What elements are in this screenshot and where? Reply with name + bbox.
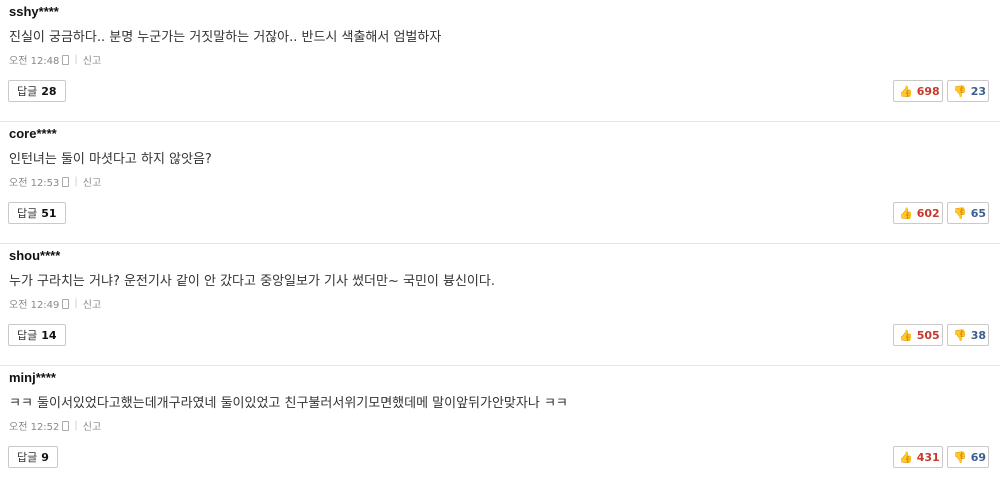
thumbs-down-icon: 👎 xyxy=(953,328,967,342)
reply-button[interactable]: 답글 9 xyxy=(8,446,58,468)
comment-item: sshy**** 진실이 궁금하다.. 분명 누군가는 거짓말하는 거잖아.. … xyxy=(0,0,1000,122)
dislike-count: 23 xyxy=(970,84,987,98)
comment-author[interactable]: minj**** xyxy=(9,370,56,385)
comment-text: 인턴녀는 둘이 마셧다고 하지 않앗음? xyxy=(9,152,212,167)
vote-buttons: 👍 431 👎 69 xyxy=(893,446,989,468)
comment-meta: 오전 12:48 | 신고 xyxy=(9,52,101,67)
reply-count: 14 xyxy=(41,328,57,342)
like-count: 698 xyxy=(916,84,940,98)
reply-label: 답글 xyxy=(17,329,38,342)
thumbs-down-icon: 👎 xyxy=(953,206,967,220)
mobile-device-icon xyxy=(62,54,70,65)
comment-item: minj**** ㅋㅋ 둘이서있었다고했는데개구라였네 둘이있었고 친구불러서위… xyxy=(0,366,1000,488)
report-link[interactable]: 신고 xyxy=(83,296,101,311)
reply-label: 답글 xyxy=(17,85,38,98)
meta-divider: | xyxy=(74,420,78,431)
thumbs-up-icon: 👍 xyxy=(899,450,913,464)
report-link[interactable]: 신고 xyxy=(83,52,101,67)
dislike-button[interactable]: 👎 69 xyxy=(947,446,989,468)
vote-buttons: 👍 602 👎 65 xyxy=(893,202,989,224)
comment-author[interactable]: sshy**** xyxy=(9,4,59,19)
like-button[interactable]: 👍 698 xyxy=(893,80,943,102)
comment-time: 오전 12:49 xyxy=(9,300,60,311)
meta-divider: | xyxy=(74,176,78,187)
reply-label: 답글 xyxy=(17,207,38,220)
like-button[interactable]: 👍 431 xyxy=(893,446,943,468)
report-link[interactable]: 신고 xyxy=(83,174,101,189)
like-count: 602 xyxy=(916,206,940,220)
reply-button[interactable]: 답글 14 xyxy=(8,324,66,346)
comment-text: 진실이 궁금하다.. 분명 누군가는 거짓말하는 거잖아.. 반드시 색출해서 … xyxy=(9,30,442,45)
reply-label: 답글 xyxy=(17,451,38,464)
comment-list: sshy**** 진실이 궁금하다.. 분명 누군가는 거짓말하는 거잖아.. … xyxy=(0,0,1000,488)
thumbs-down-icon: 👎 xyxy=(953,450,967,464)
comment-author[interactable]: shou**** xyxy=(9,248,60,263)
reply-button[interactable]: 답글 51 xyxy=(8,202,66,224)
thumbs-up-icon: 👍 xyxy=(899,328,913,342)
dislike-button[interactable]: 👎 38 xyxy=(947,324,989,346)
thumbs-up-icon: 👍 xyxy=(899,206,913,220)
like-button[interactable]: 👍 602 xyxy=(893,202,943,224)
meta-divider: | xyxy=(74,298,78,309)
comment-item: core**** 인턴녀는 둘이 마셧다고 하지 않앗음? 오전 12:53 |… xyxy=(0,122,1000,244)
thumbs-down-icon: 👎 xyxy=(953,84,967,98)
comment-item: shou**** 누가 구라치는 거냐? 운전기사 같이 안 갔다고 중앙일보가… xyxy=(0,244,1000,366)
comment-author[interactable]: core**** xyxy=(9,126,57,141)
dislike-count: 69 xyxy=(970,450,987,464)
dislike-count: 38 xyxy=(970,328,987,342)
like-count: 505 xyxy=(916,328,940,342)
mobile-device-icon xyxy=(62,420,70,431)
reply-button[interactable]: 답글 28 xyxy=(8,80,66,102)
dislike-button[interactable]: 👎 65 xyxy=(947,202,989,224)
comment-time: 오전 12:52 xyxy=(9,422,60,433)
comment-text: 누가 구라치는 거냐? 운전기사 같이 안 갔다고 중앙일보가 기사 썼더만~ … xyxy=(9,274,495,289)
reply-count: 51 xyxy=(41,206,57,220)
like-count: 431 xyxy=(916,450,940,464)
meta-divider: | xyxy=(74,54,78,65)
mobile-device-icon xyxy=(62,176,70,187)
like-button[interactable]: 👍 505 xyxy=(893,324,943,346)
comment-meta: 오전 12:52 | 신고 xyxy=(9,418,101,433)
dislike-count: 65 xyxy=(970,206,987,220)
thumbs-up-icon: 👍 xyxy=(899,84,913,98)
comment-time: 오전 12:53 xyxy=(9,178,60,189)
mobile-device-icon xyxy=(62,298,70,309)
report-link[interactable]: 신고 xyxy=(83,418,101,433)
vote-buttons: 👍 505 👎 38 xyxy=(893,324,989,346)
vote-buttons: 👍 698 👎 23 xyxy=(893,80,989,102)
reply-count: 28 xyxy=(41,84,57,98)
comment-meta: 오전 12:49 | 신고 xyxy=(9,296,101,311)
reply-count: 9 xyxy=(41,450,49,464)
comment-time: 오전 12:48 xyxy=(9,56,60,67)
comment-text: ㅋㅋ 둘이서있었다고했는데개구라였네 둘이있었고 친구불러서위기모면했데메 말이… xyxy=(9,396,568,411)
comment-meta: 오전 12:53 | 신고 xyxy=(9,174,101,189)
dislike-button[interactable]: 👎 23 xyxy=(947,80,989,102)
